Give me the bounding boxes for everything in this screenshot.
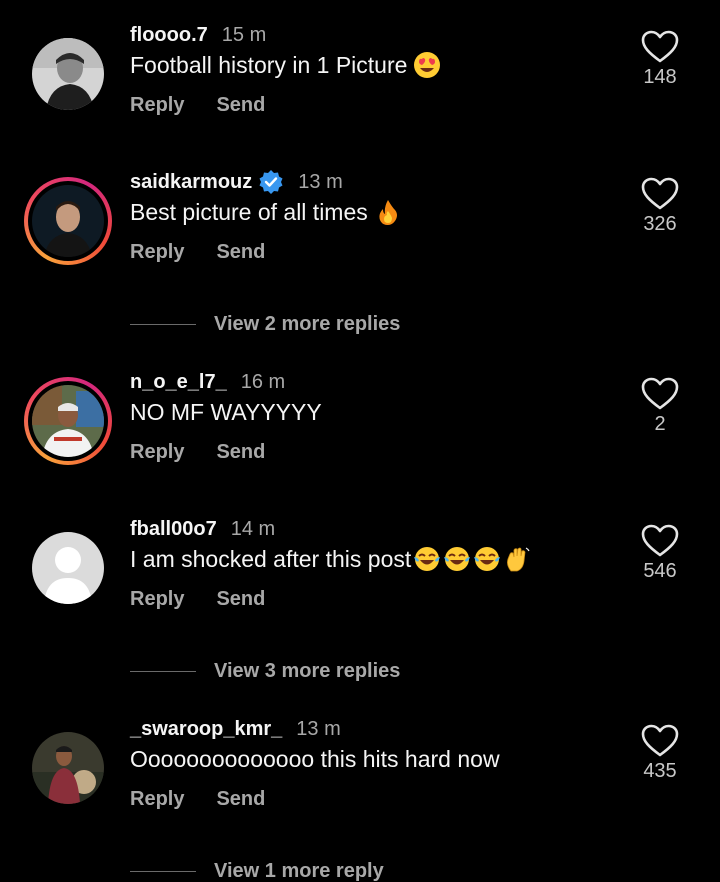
waving-hand-emoji: [507, 547, 530, 572]
username[interactable]: floooo.7: [130, 24, 208, 47]
timestamp: 16 m: [240, 370, 286, 393]
heart-eyes-emoji: [414, 52, 441, 78]
user-photo: [32, 385, 104, 457]
user-photo: [32, 185, 104, 257]
timestamp: 15 m: [221, 23, 267, 46]
like-count: 546: [643, 560, 677, 582]
avatar[interactable]: [24, 524, 112, 612]
comment-text: Football history in 1 Picture: [130, 51, 408, 78]
divider-line: [130, 670, 196, 672]
timestamp: 13 m: [298, 170, 343, 193]
heart-icon[interactable]: [641, 30, 679, 64]
comment-text: Oooooooooooooo this hits hard now: [130, 745, 500, 772]
username[interactable]: fball00o7: [130, 518, 217, 541]
heart-icon[interactable]: [641, 377, 679, 411]
heart-icon[interactable]: [641, 524, 679, 558]
avatar[interactable]: [24, 377, 112, 465]
reply-button[interactable]: Reply: [130, 588, 184, 611]
heart-icon[interactable]: [641, 724, 679, 758]
send-button[interactable]: Send: [216, 441, 265, 464]
send-button[interactable]: Send: [216, 788, 265, 811]
tears-of-joy-emoji: [414, 547, 441, 571]
send-button[interactable]: Send: [216, 588, 265, 611]
comment-text: NO MF WAYYYYY: [130, 398, 322, 425]
username[interactable]: n_o_e_l7_: [130, 371, 227, 394]
view-more-replies[interactable]: View 2 more replies: [130, 309, 400, 339]
username[interactable]: saidkarmouz: [130, 171, 252, 194]
reply-button[interactable]: Reply: [130, 441, 184, 464]
heart-icon[interactable]: [641, 177, 679, 211]
avatar[interactable]: [24, 724, 112, 812]
reply-button[interactable]: Reply: [130, 788, 184, 811]
divider-line: [130, 870, 196, 872]
comment-item: n_o_e_l7_ 16 m NO MF WAYYYYY Reply Send …: [0, 371, 720, 491]
timestamp: 14 m: [230, 517, 276, 540]
comment-item: saidkarmouz 13 m Best picture of all tim…: [0, 170, 720, 291]
tears-of-joy-emoji: [444, 547, 471, 571]
view-more-replies-label: View 3 more replies: [214, 659, 401, 682]
comment-item: floooo.7 15 m Football history in 1 Pict…: [0, 24, 720, 144]
reply-button[interactable]: Reply: [130, 241, 184, 264]
like-count: 148: [643, 66, 677, 88]
user-photo: [32, 732, 104, 804]
reply-button[interactable]: Reply: [130, 94, 184, 117]
user-photo: [32, 38, 104, 110]
comment-text: Best picture of all times: [130, 198, 368, 225]
like-count: 435: [643, 760, 677, 782]
avatar[interactable]: [24, 177, 112, 265]
comment-item: fball00o7 14 m I am shocked after this p…: [0, 518, 720, 638]
view-more-replies[interactable]: View 3 more replies: [130, 656, 400, 686]
send-button[interactable]: Send: [216, 94, 265, 117]
fire-emoji: [379, 200, 397, 225]
tears-of-joy-emoji: [474, 547, 501, 571]
view-more-replies-label: View 1 more reply: [214, 859, 384, 882]
comment-item: _swaroop_kmr_ 13 m Oooooooooooooo this h…: [0, 718, 720, 838]
like-count: 2: [654, 413, 666, 435]
default-avatar-icon: [32, 532, 104, 604]
like-count: 326: [643, 213, 677, 235]
send-button[interactable]: Send: [216, 241, 265, 264]
username[interactable]: _swaroop_kmr_: [130, 718, 282, 741]
avatar[interactable]: [24, 30, 112, 118]
divider-line: [130, 323, 196, 325]
timestamp: 13 m: [296, 717, 341, 740]
comment-text: I am shocked after this post: [130, 545, 412, 572]
view-more-replies[interactable]: View 1 more reply: [130, 856, 384, 882]
verified-badge-icon: [259, 170, 283, 194]
view-more-replies-label: View 2 more replies: [214, 312, 401, 335]
